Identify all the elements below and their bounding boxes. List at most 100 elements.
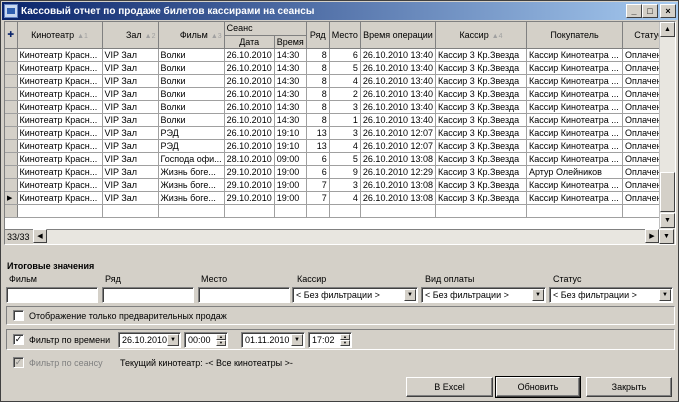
cell-hall[interactable]: VIP Зал <box>102 100 159 114</box>
cell-seat[interactable]: 9 <box>329 165 361 179</box>
cell-time[interactable]: 19:10 <box>274 139 307 153</box>
refresh-button[interactable]: Обновить <box>495 376 581 398</box>
cell-op-time[interactable]: 26.10.2010 13:08 <box>360 178 437 192</box>
calendar-dropdown-icon[interactable]: ▼ <box>167 334 179 346</box>
cell-cashier[interactable]: Кассир 3 Кр.Звезда <box>435 100 527 114</box>
cell-seat[interactable]: 3 <box>329 126 361 140</box>
cell-seat[interactable]: 3 <box>329 178 361 192</box>
col-header-op-time[interactable]: Время операции <box>360 22 437 49</box>
cell-buyer[interactable]: Кассир Кинотеатра ... <box>526 74 623 88</box>
cell-hall[interactable]: VIP Зал <box>102 48 159 62</box>
table-row[interactable]: Кинотеатр Красн... VIP Зал Господа офи... 2… <box>5 152 675 166</box>
cell-row[interactable]: 8 <box>306 113 330 127</box>
time-spinner[interactable]: ▲ ▼ <box>340 334 350 346</box>
cell-seat[interactable]: 1 <box>329 113 361 127</box>
table-row[interactable]: Кинотеатр Красн... VIP Зал Жизнь боге... 29… <box>5 178 675 192</box>
row-indicator[interactable] <box>5 152 18 166</box>
cell-hall[interactable]: VIP Зал <box>102 87 159 101</box>
cell-date[interactable]: 26.10.2010 <box>224 48 275 62</box>
cell-seat[interactable]: 6 <box>329 48 361 62</box>
cell-time[interactable]: 19:00 <box>274 178 307 192</box>
row-indicator[interactable] <box>5 100 18 114</box>
cell-date[interactable]: 26.10.2010 <box>224 100 275 114</box>
col-header-cinema[interactable]: Кинотеатр ▲1 <box>17 22 103 49</box>
cell-film[interactable]: Жизнь боге... <box>158 165 225 179</box>
date-to-picker[interactable]: 01.11.2010 ▼ <box>241 332 305 348</box>
time-spinner[interactable]: ▲ ▼ <box>216 334 226 346</box>
col-header-hall[interactable]: Зал ▲2 <box>102 22 159 49</box>
cell-cashier[interactable]: Кассир 3 Кр.Звезда <box>435 87 527 101</box>
cell-cinema[interactable]: Кинотеатр Красн... <box>17 87 103 101</box>
cell-row[interactable]: 8 <box>306 74 330 88</box>
cell-film[interactable]: Волки <box>158 61 225 75</box>
cell-row[interactable]: 8 <box>306 87 330 101</box>
cell-time[interactable]: 14:30 <box>274 87 307 101</box>
cell-op-time[interactable]: 26.10.2010 13:40 <box>360 48 437 62</box>
chevron-down-icon[interactable]: ▼ <box>532 289 544 301</box>
cell-op-time[interactable]: 26.10.2010 13:40 <box>360 113 437 127</box>
cell-time[interactable]: 19:00 <box>274 165 307 179</box>
cell-film[interactable]: РЭД <box>158 139 225 153</box>
cell-date[interactable]: 29.10.2010 <box>224 165 275 179</box>
cell-date[interactable]: 26.10.2010 <box>224 126 275 140</box>
table-row[interactable]: Кинотеатр Красн... VIP Зал Волки 26.10.2010… <box>5 48 675 62</box>
cell-op-time[interactable]: 26.10.2010 13:40 <box>360 87 437 101</box>
cell-buyer[interactable]: Кассир Кинотеатра ... <box>526 61 623 75</box>
close-button[interactable]: Закрыть <box>586 377 672 397</box>
cell-op-time[interactable]: 26.10.2010 13:08 <box>360 191 437 205</box>
cell-row[interactable]: 8 <box>306 100 330 114</box>
table-row[interactable]: Кинотеатр Красн... VIP Зал РЭД 26.10.2010 19… <box>5 139 675 153</box>
cell-buyer[interactable]: Кассир Кинотеатра ... <box>526 113 623 127</box>
table-row[interactable]: Кинотеатр Красн... VIP Зал Волки 26.10.2010… <box>5 87 675 101</box>
cell-film[interactable]: Волки <box>158 113 225 127</box>
cell-op-time[interactable]: 26.10.2010 13:40 <box>360 74 437 88</box>
cell-seat[interactable]: 5 <box>329 152 361 166</box>
cell-buyer[interactable]: Кассир Кинотеатра ... <box>526 87 623 101</box>
presale-checkbox[interactable] <box>13 310 24 321</box>
payment-filter-select[interactable]: < Без фильтрации > ▼ <box>421 287 546 303</box>
chevron-down-icon[interactable]: ▼ <box>659 289 671 301</box>
film-total-field[interactable] <box>6 287 98 303</box>
title-bar[interactable]: Кассовый отчет по продаже билетов кассир… <box>2 2 678 20</box>
cell-film[interactable]: Господа офи... <box>158 152 225 166</box>
spin-down-icon[interactable]: ▼ <box>340 340 350 346</box>
cell-row[interactable]: 13 <box>306 139 330 153</box>
cell-cashier[interactable]: Кассир 3 Кр.Звезда <box>435 61 527 75</box>
date-from-picker[interactable]: 26.10.2010 ▼ <box>118 332 181 348</box>
cell-cinema[interactable]: Кинотеатр Красн... <box>17 178 103 192</box>
maximize-button[interactable]: □ <box>642 4 658 18</box>
row-indicator[interactable] <box>5 74 18 88</box>
cell-film[interactable]: Жизнь боге... <box>158 191 225 205</box>
cell-cashier[interactable]: Кассир 3 Кр.Звезда <box>435 152 527 166</box>
row-indicator[interactable] <box>5 165 18 179</box>
cell-row[interactable]: 6 <box>306 165 330 179</box>
row-total-field[interactable] <box>102 287 194 303</box>
col-header-session[interactable]: Сеанс <box>224 22 307 36</box>
scroll-right-icon[interactable]: ▶ <box>645 229 659 243</box>
cell-date[interactable]: 26.10.2010 <box>224 113 275 127</box>
cell-film[interactable]: Жизнь боге... <box>158 178 225 192</box>
cell-hall[interactable]: VIP Зал <box>102 74 159 88</box>
time-from-input[interactable]: 00:00 ▲ ▼ <box>184 332 228 348</box>
row-indicator[interactable] <box>5 139 18 153</box>
spin-down-icon[interactable]: ▼ <box>216 340 226 346</box>
cell-buyer[interactable]: Кассир Кинотеатра ... <box>526 48 623 62</box>
cell-buyer[interactable]: Кассир Кинотеатра ... <box>526 178 623 192</box>
grid-horizontal-scrollbar[interactable]: ◀ ▶ <box>33 229 659 244</box>
col-header-buyer[interactable]: Покупатель <box>526 22 623 49</box>
cell-time[interactable]: 19:10 <box>274 126 307 140</box>
cell-cashier[interactable]: Кассир 3 Кр.Звезда <box>435 113 527 127</box>
cell-time[interactable]: 09:00 <box>274 152 307 166</box>
cell-cinema[interactable]: Кинотеатр Красн... <box>17 126 103 140</box>
col-header-film[interactable]: Фильм ▲3 <box>158 22 225 49</box>
cell-buyer[interactable]: Артур Олейников <box>526 165 623 179</box>
col-header-time[interactable]: Время <box>274 35 307 49</box>
scroll-down-icon[interactable]: ▼ <box>660 213 675 228</box>
cell-cinema[interactable]: Кинотеатр Красн... <box>17 100 103 114</box>
cell-buyer[interactable]: Кассир Кинотеатра ... <box>526 126 623 140</box>
table-row[interactable]: Кинотеатр Красн... VIP Зал Волки 26.10.2010… <box>5 74 675 88</box>
scroll-up-icon[interactable]: ▲ <box>660 22 675 37</box>
row-indicator[interactable] <box>5 113 18 127</box>
cell-film[interactable]: Волки <box>158 87 225 101</box>
table-row[interactable]: Кинотеатр Красн... VIP Зал Волки 26.10.2010… <box>5 113 675 127</box>
